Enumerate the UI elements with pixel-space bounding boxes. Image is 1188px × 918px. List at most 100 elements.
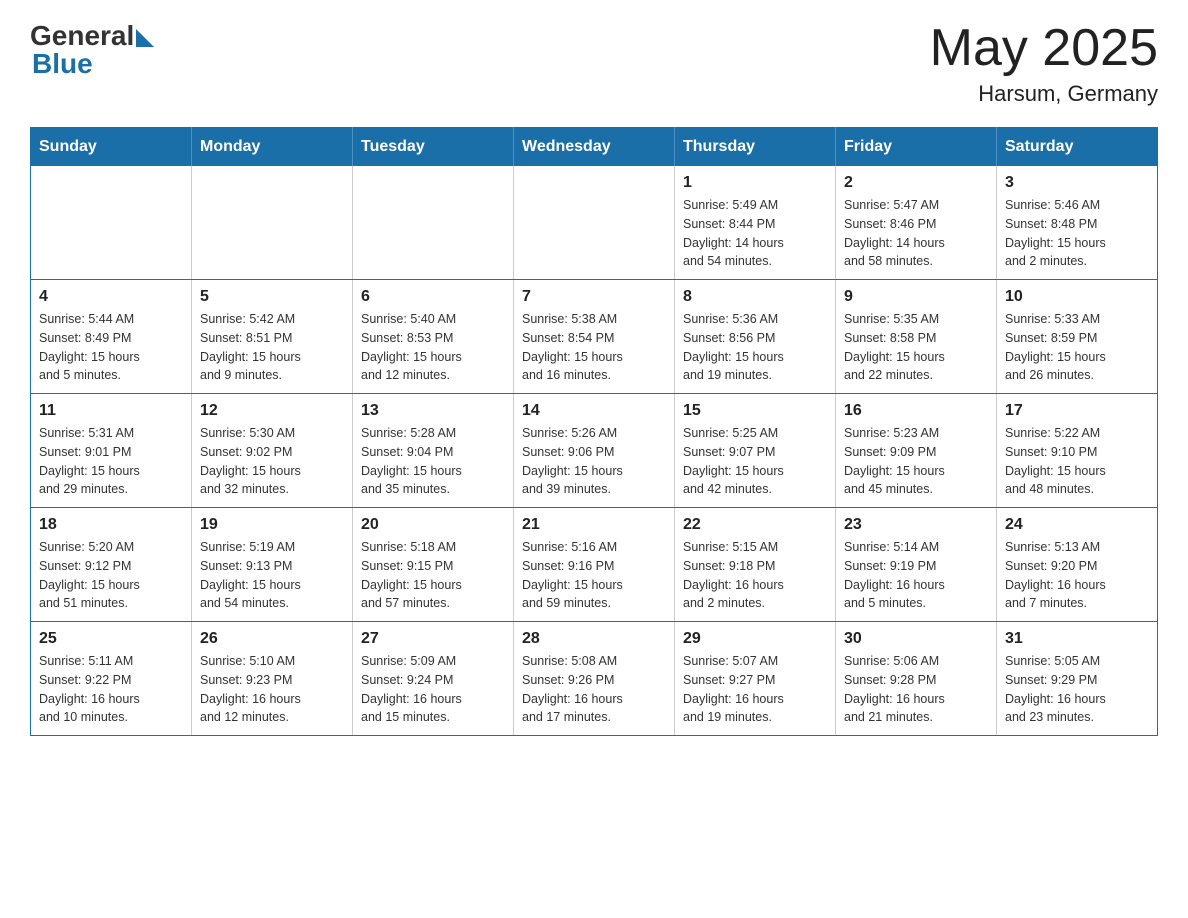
day-number: 25 — [39, 630, 183, 648]
day-number: 5 — [200, 288, 344, 306]
calendar-cell: 8 Sunrise: 5:36 AM Sunset: 8:56 PM Daylig… — [675, 280, 836, 394]
calendar-cell: 16Sunrise: 5:23 AM Sunset: 9:09 PM Dayli… — [836, 394, 997, 508]
day-number: 2 — [844, 174, 988, 192]
day-number: 22 — [683, 516, 827, 534]
day-info: Sunrise: 5:10 AM Sunset: 9:23 PM Dayligh… — [200, 652, 344, 727]
day-of-week-header: Monday — [192, 128, 353, 167]
day-info: Sunrise: 5:31 AM Sunset: 9:01 PM Dayligh… — [39, 424, 183, 499]
day-info: Sunrise: 5:11 AM Sunset: 9:22 PM Dayligh… — [39, 652, 183, 727]
day-number: 26 — [200, 630, 344, 648]
page-header: General Blue May 2025 Harsum, Germany — [30, 20, 1158, 107]
day-info: Sunrise: 5:42 AM Sunset: 8:51 PM Dayligh… — [200, 310, 344, 385]
calendar-cell: 27Sunrise: 5:09 AM Sunset: 9:24 PM Dayli… — [353, 622, 514, 736]
calendar-cell: 21 Sunrise: 5:16 AM Sunset: 9:16 PM Dayli… — [514, 508, 675, 622]
day-info: Sunrise: 5:07 AM Sunset: 9:27 PM Dayligh… — [683, 652, 827, 727]
calendar-cell — [31, 166, 192, 280]
day-info: Sunrise: 5:15 AM Sunset: 9:18 PM Dayligh… — [683, 538, 827, 613]
title-block: May 2025 Harsum, Germany — [930, 20, 1158, 107]
day-info: Sunrise: 5:23 AM Sunset: 9:09 PM Dayligh… — [844, 424, 988, 499]
calendar-cell: 10Sunrise: 5:33 AM Sunset: 8:59 PM Dayli… — [997, 280, 1158, 394]
day-of-week-header: Saturday — [997, 128, 1158, 167]
calendar-cell: 18 Sunrise: 5:20 AM Sunset: 9:12 PM Dayli… — [31, 508, 192, 622]
day-info: Sunrise: 5:49 AM Sunset: 8:44 PM Dayligh… — [683, 196, 827, 271]
day-info: Sunrise: 5:36 AM Sunset: 8:56 PM Dayligh… — [683, 310, 827, 385]
day-number: 29 — [683, 630, 827, 648]
day-info: Sunrise: 5:14 AM Sunset: 9:19 PM Dayligh… — [844, 538, 988, 613]
calendar-cell: 17Sunrise: 5:22 AM Sunset: 9:10 PM Dayli… — [997, 394, 1158, 508]
page-title: May 2025 — [930, 20, 1158, 77]
day-number: 7 — [522, 288, 666, 306]
day-number: 31 — [1005, 630, 1149, 648]
day-info: Sunrise: 5:47 AM Sunset: 8:46 PM Dayligh… — [844, 196, 988, 271]
calendar-cell: 26 Sunrise: 5:10 AM Sunset: 9:23 PM Dayli… — [192, 622, 353, 736]
calendar-cell: 14 Sunrise: 5:26 AM Sunset: 9:06 PM Dayli… — [514, 394, 675, 508]
day-number: 11 — [39, 402, 183, 420]
calendar-table: SundayMondayTuesdayWednesdayThursdayFrid… — [30, 127, 1158, 736]
calendar-cell: 23Sunrise: 5:14 AM Sunset: 9:19 PM Dayli… — [836, 508, 997, 622]
calendar-cell: 12 Sunrise: 5:30 AM Sunset: 9:02 PM Dayli… — [192, 394, 353, 508]
day-info: Sunrise: 5:46 AM Sunset: 8:48 PM Dayligh… — [1005, 196, 1149, 271]
day-number: 15 — [683, 402, 827, 420]
day-info: Sunrise: 5:08 AM Sunset: 9:26 PM Dayligh… — [522, 652, 666, 727]
day-number: 30 — [844, 630, 988, 648]
day-number: 24 — [1005, 516, 1149, 534]
calendar-cell: 22 Sunrise: 5:15 AM Sunset: 9:18 PM Dayli… — [675, 508, 836, 622]
calendar-cell — [192, 166, 353, 280]
calendar-week-row: 18 Sunrise: 5:20 AM Sunset: 9:12 PM Dayli… — [31, 508, 1158, 622]
calendar-cell: 30 Sunrise: 5:06 AM Sunset: 9:28 PM Dayli… — [836, 622, 997, 736]
calendar-cell: 15 Sunrise: 5:25 AM Sunset: 9:07 PM Dayli… — [675, 394, 836, 508]
day-of-week-header: Friday — [836, 128, 997, 167]
day-info: Sunrise: 5:26 AM Sunset: 9:06 PM Dayligh… — [522, 424, 666, 499]
day-number: 12 — [200, 402, 344, 420]
day-info: Sunrise: 5:18 AM Sunset: 9:15 PM Dayligh… — [361, 538, 505, 613]
calendar-week-row: 1 Sunrise: 5:49 AM Sunset: 8:44 PM Daylig… — [31, 166, 1158, 280]
day-info: Sunrise: 5:09 AM Sunset: 9:24 PM Dayligh… — [361, 652, 505, 727]
calendar-cell: 29 Sunrise: 5:07 AM Sunset: 9:27 PM Dayli… — [675, 622, 836, 736]
logo: General Blue — [30, 20, 154, 80]
day-of-week-header: Wednesday — [514, 128, 675, 167]
day-info: Sunrise: 5:06 AM Sunset: 9:28 PM Dayligh… — [844, 652, 988, 727]
calendar-cell: 19 Sunrise: 5:19 AM Sunset: 9:13 PM Dayli… — [192, 508, 353, 622]
day-number: 1 — [683, 174, 827, 192]
day-number: 6 — [361, 288, 505, 306]
day-number: 4 — [39, 288, 183, 306]
day-number: 9 — [844, 288, 988, 306]
calendar-cell: 1 Sunrise: 5:49 AM Sunset: 8:44 PM Daylig… — [675, 166, 836, 280]
day-number: 3 — [1005, 174, 1149, 192]
page-location: Harsum, Germany — [930, 81, 1158, 107]
day-of-week-header: Thursday — [675, 128, 836, 167]
calendar-cell: 31Sunrise: 5:05 AM Sunset: 9:29 PM Dayli… — [997, 622, 1158, 736]
day-number: 18 — [39, 516, 183, 534]
day-info: Sunrise: 5:20 AM Sunset: 9:12 PM Dayligh… — [39, 538, 183, 613]
calendar-cell: 25 Sunrise: 5:11 AM Sunset: 9:22 PM Dayli… — [31, 622, 192, 736]
calendar-cell: 4Sunrise: 5:44 AM Sunset: 8:49 PM Daylig… — [31, 280, 192, 394]
day-info: Sunrise: 5:30 AM Sunset: 9:02 PM Dayligh… — [200, 424, 344, 499]
day-info: Sunrise: 5:25 AM Sunset: 9:07 PM Dayligh… — [683, 424, 827, 499]
day-number: 10 — [1005, 288, 1149, 306]
day-of-week-header: Sunday — [31, 128, 192, 167]
day-number: 13 — [361, 402, 505, 420]
day-info: Sunrise: 5:28 AM Sunset: 9:04 PM Dayligh… — [361, 424, 505, 499]
calendar-cell: 7 Sunrise: 5:38 AM Sunset: 8:54 PM Daylig… — [514, 280, 675, 394]
day-info: Sunrise: 5:38 AM Sunset: 8:54 PM Dayligh… — [522, 310, 666, 385]
day-number: 20 — [361, 516, 505, 534]
calendar-cell: 20 Sunrise: 5:18 AM Sunset: 9:15 PM Dayli… — [353, 508, 514, 622]
day-info: Sunrise: 5:16 AM Sunset: 9:16 PM Dayligh… — [522, 538, 666, 613]
day-number: 21 — [522, 516, 666, 534]
day-info: Sunrise: 5:35 AM Sunset: 8:58 PM Dayligh… — [844, 310, 988, 385]
calendar-cell: 13 Sunrise: 5:28 AM Sunset: 9:04 PM Dayli… — [353, 394, 514, 508]
calendar-cell: 9 Sunrise: 5:35 AM Sunset: 8:58 PM Daylig… — [836, 280, 997, 394]
day-info: Sunrise: 5:13 AM Sunset: 9:20 PM Dayligh… — [1005, 538, 1149, 613]
day-number: 19 — [200, 516, 344, 534]
logo-triangle-icon — [136, 29, 154, 47]
day-number: 14 — [522, 402, 666, 420]
calendar-week-row: 4Sunrise: 5:44 AM Sunset: 8:49 PM Daylig… — [31, 280, 1158, 394]
day-number: 8 — [683, 288, 827, 306]
day-info: Sunrise: 5:19 AM Sunset: 9:13 PM Dayligh… — [200, 538, 344, 613]
day-info: Sunrise: 5:40 AM Sunset: 8:53 PM Dayligh… — [361, 310, 505, 385]
calendar-cell: 2 Sunrise: 5:47 AM Sunset: 8:46 PM Daylig… — [836, 166, 997, 280]
calendar-cell: 28Sunrise: 5:08 AM Sunset: 9:26 PM Dayli… — [514, 622, 675, 736]
logo-blue-text: Blue — [32, 48, 93, 80]
day-of-week-header: Tuesday — [353, 128, 514, 167]
calendar-cell — [514, 166, 675, 280]
